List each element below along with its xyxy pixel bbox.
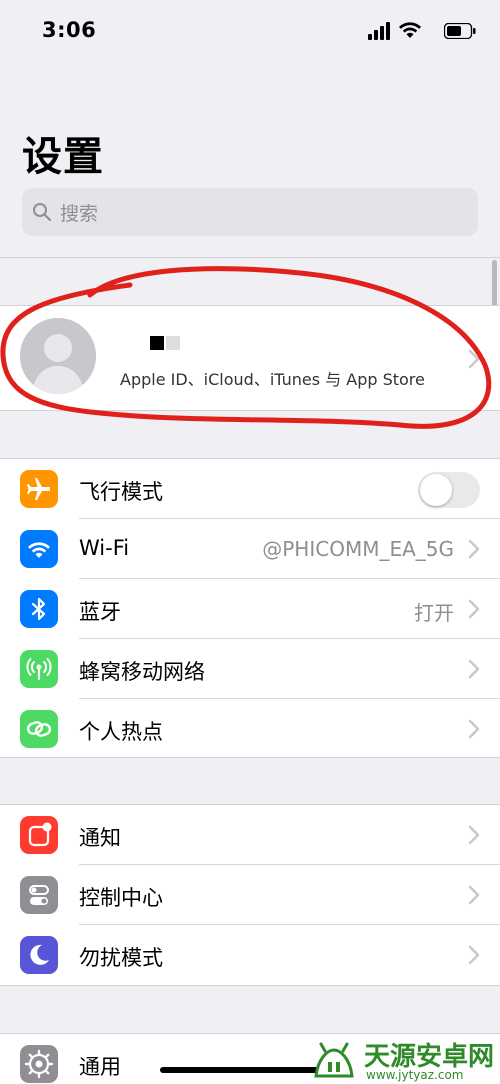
settings-row-label: 勿扰模式 bbox=[79, 946, 163, 970]
settings-row-label: Wi-Fi bbox=[79, 536, 130, 560]
status-time: 3:06 bbox=[42, 18, 97, 42]
status-bar: 3:06 bbox=[0, 0, 500, 60]
chevron-right-icon bbox=[468, 825, 480, 845]
cellular-icon bbox=[20, 650, 58, 688]
chevron-right-icon bbox=[468, 945, 480, 965]
settings-row-cellular[interactable]: 蜂窝移动网络 bbox=[0, 639, 500, 699]
airplane-icon bbox=[20, 470, 58, 508]
search-icon bbox=[33, 203, 52, 222]
airplane-mode-toggle[interactable] bbox=[418, 472, 480, 508]
section-divider bbox=[0, 257, 500, 258]
settings-row-label: 个人热点 bbox=[79, 720, 163, 744]
chevron-right-icon bbox=[468, 659, 480, 679]
settings-row-bluetooth[interactable]: 蓝牙 打开 bbox=[0, 579, 500, 639]
settings-row-control-center[interactable]: 控制中心 bbox=[0, 865, 500, 925]
notifications-settings-group: 通知 控制中心 勿扰模式 bbox=[0, 804, 500, 986]
settings-row-label: 控制中心 bbox=[79, 886, 163, 910]
settings-row-do-not-disturb[interactable]: 勿扰模式 bbox=[0, 925, 500, 985]
chevron-right-icon bbox=[468, 349, 480, 369]
signal-icon bbox=[368, 22, 390, 40]
gear-icon bbox=[20, 1045, 58, 1083]
settings-row-label: 通知 bbox=[79, 826, 121, 850]
settings-row-label: 蜂窝移动网络 bbox=[79, 660, 205, 684]
control-center-icon bbox=[20, 876, 58, 914]
wifi-status-icon bbox=[399, 22, 421, 38]
android-logo-icon bbox=[314, 1042, 354, 1078]
chevron-right-icon bbox=[468, 885, 480, 905]
profile-subtitle: Apple ID、iCloud、iTunes 与 App Store bbox=[120, 370, 425, 389]
bluetooth-icon bbox=[20, 590, 58, 628]
chevron-right-icon bbox=[468, 539, 480, 559]
search-placeholder: 搜索 bbox=[60, 203, 99, 225]
wifi-icon bbox=[20, 530, 58, 568]
hotspot-icon bbox=[20, 710, 58, 748]
moon-icon bbox=[20, 936, 58, 974]
chevron-right-icon bbox=[468, 599, 480, 619]
settings-row-label: 通用 bbox=[79, 1055, 121, 1079]
settings-row-notifications[interactable]: 通知 bbox=[0, 805, 500, 865]
battery-icon bbox=[444, 23, 476, 39]
notifications-icon bbox=[20, 816, 58, 854]
chevron-right-icon bbox=[468, 719, 480, 739]
settings-row-label: 蓝牙 bbox=[79, 600, 121, 624]
toggle-knob bbox=[420, 474, 452, 506]
page-title: 设置 bbox=[22, 134, 104, 180]
watermark-url: www.jytyaz.com bbox=[366, 1068, 464, 1082]
settings-row-label: 飞行模式 bbox=[79, 480, 163, 504]
apple-id-profile-row[interactable]: Apple ID、iCloud、iTunes 与 App Store bbox=[0, 305, 500, 411]
settings-row-personal-hotspot[interactable]: 个人热点 bbox=[0, 699, 500, 759]
avatar bbox=[20, 318, 96, 394]
profile-name-redacted bbox=[150, 336, 180, 350]
search-input[interactable]: 搜索 bbox=[22, 188, 478, 236]
bluetooth-status: 打开 bbox=[414, 601, 454, 625]
network-settings-group: 飞行模式 Wi-Fi @PHICOMM_EA_5G 蓝牙 打开 蜂窝移动网络 个… bbox=[0, 458, 500, 758]
settings-row-airplane-mode[interactable]: 飞行模式 bbox=[0, 459, 500, 519]
settings-row-wifi[interactable]: Wi-Fi @PHICOMM_EA_5G bbox=[0, 519, 500, 579]
wifi-network-name: @PHICOMM_EA_5G bbox=[262, 537, 454, 561]
watermark: 天源安卓网 www.jytyaz.com bbox=[308, 1036, 500, 1084]
